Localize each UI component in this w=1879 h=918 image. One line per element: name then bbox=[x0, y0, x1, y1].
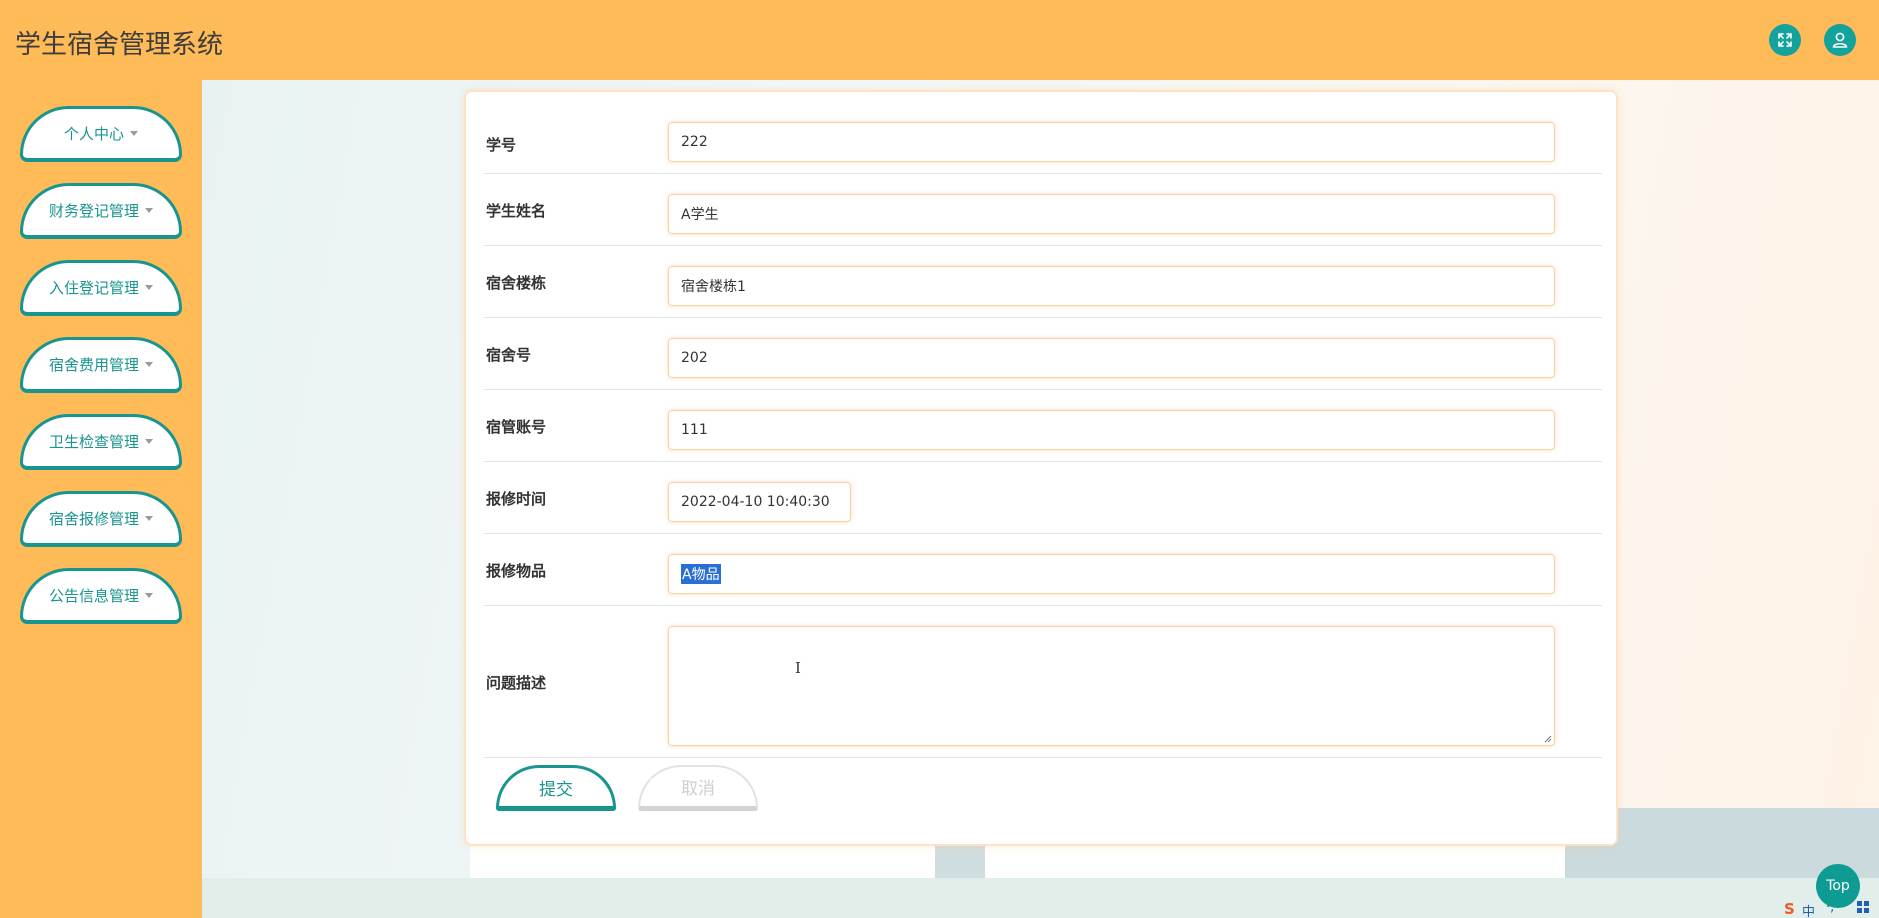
background-panel bbox=[202, 878, 1879, 918]
form-row-manager-account: 宿管账号 111 bbox=[484, 390, 1602, 462]
form-row-student-name: 学生姓名 A学生 bbox=[484, 174, 1602, 246]
sogou-logo-icon: S bbox=[1784, 900, 1795, 918]
student-name-input[interactable]: A学生 bbox=[668, 194, 1555, 234]
field-label: 报修时间 bbox=[486, 490, 547, 508]
room-number-input[interactable]: 202 bbox=[668, 338, 1555, 378]
caret-down-icon bbox=[145, 362, 153, 367]
sidebar-item-label: 宿舍报修管理 bbox=[48, 510, 139, 528]
sidebar-item-finance[interactable]: 财务登记管理 bbox=[20, 183, 182, 239]
repair-item-input[interactable]: A物品 bbox=[668, 554, 1555, 594]
repair-form: 学号 222 学生姓名 A学生 宿舍楼栋 宿舍楼栋1 宿舍号 202 宿管账号 … bbox=[464, 90, 1618, 846]
sidebar-item-repairs[interactable]: 宿舍报修管理 bbox=[20, 491, 182, 547]
caret-down-icon bbox=[145, 593, 153, 598]
field-value: 2022-04-10 10:40:30 bbox=[681, 494, 830, 510]
field-label: 宿舍号 bbox=[486, 346, 532, 364]
sidebar-nav: 个人中心 财务登记管理 入住登记管理 宿舍费用管理 卫生检查管理 宿舍报修管理 … bbox=[0, 80, 202, 918]
field-label: 宿舍楼栋 bbox=[486, 274, 547, 292]
sidebar-item-checkin[interactable]: 入住登记管理 bbox=[20, 260, 182, 316]
ime-toolbar[interactable]: S 中 ·, bbox=[1782, 898, 1879, 918]
field-value: 111 bbox=[681, 422, 708, 438]
building-input[interactable]: 宿舍楼栋1 bbox=[668, 266, 1555, 306]
sidebar-item-label: 宿舍费用管理 bbox=[48, 356, 139, 374]
sidebar-item-label: 个人中心 bbox=[63, 125, 124, 143]
repair-time-input[interactable]: 2022-04-10 10:40:30 bbox=[668, 482, 851, 522]
field-label: 学生姓名 bbox=[486, 202, 547, 220]
caret-down-icon bbox=[145, 516, 153, 521]
caret-down-icon bbox=[130, 131, 138, 136]
student-id-input[interactable]: 222 bbox=[668, 122, 1555, 162]
form-row-description: 问题描述 I bbox=[484, 606, 1602, 758]
form-row-repair-time: 报修时间 2022-04-10 10:40:30 bbox=[484, 462, 1602, 534]
form-row-repair-item: 报修物品 A物品 bbox=[484, 534, 1602, 606]
field-value: A物品 bbox=[681, 564, 721, 584]
sidebar-item-personal-center[interactable]: 个人中心 bbox=[20, 106, 182, 162]
resize-handle-icon[interactable] bbox=[1544, 735, 1552, 743]
submit-button[interactable]: 提交 bbox=[496, 765, 616, 811]
form-row-building: 宿舍楼栋 宿舍楼栋1 bbox=[484, 246, 1602, 318]
field-value: 202 bbox=[681, 350, 708, 366]
ime-punctuation-indicator[interactable]: ·, bbox=[1826, 900, 1834, 915]
form-row-room-number: 宿舍号 202 bbox=[484, 318, 1602, 390]
text-cursor-icon: I bbox=[795, 659, 801, 677]
user-profile-button[interactable] bbox=[1824, 24, 1856, 56]
app-header: 学生宿舍管理系统 bbox=[0, 0, 1879, 80]
cancel-button[interactable]: 取消 bbox=[638, 765, 758, 811]
caret-down-icon bbox=[145, 208, 153, 213]
field-label: 问题描述 bbox=[486, 674, 547, 692]
keyboard-icon[interactable] bbox=[1856, 900, 1870, 914]
field-value: 宿舍楼栋1 bbox=[681, 279, 746, 295]
fullscreen-icon bbox=[1778, 33, 1792, 47]
form-row-student-id: 学号 222 bbox=[484, 92, 1602, 174]
field-value: A学生 bbox=[681, 207, 719, 223]
field-value: 222 bbox=[681, 134, 708, 150]
field-label: 学号 bbox=[486, 136, 517, 154]
sidebar-item-label: 公告信息管理 bbox=[48, 587, 139, 605]
sidebar-item-announcements[interactable]: 公告信息管理 bbox=[20, 568, 182, 624]
fullscreen-button[interactable] bbox=[1769, 24, 1801, 56]
sidebar-item-dorm-fees[interactable]: 宿舍费用管理 bbox=[20, 337, 182, 393]
app-title: 学生宿舍管理系统 bbox=[15, 30, 224, 60]
description-textarea[interactable]: I bbox=[668, 626, 1555, 746]
sidebar-item-label: 财务登记管理 bbox=[48, 202, 139, 220]
sidebar-item-label: 入住登记管理 bbox=[48, 279, 139, 297]
sidebar-item-hygiene[interactable]: 卫生检查管理 bbox=[20, 414, 182, 470]
manager-account-input[interactable]: 111 bbox=[668, 410, 1555, 450]
caret-down-icon bbox=[145, 439, 153, 444]
sidebar-item-label: 卫生检查管理 bbox=[48, 433, 139, 451]
caret-down-icon bbox=[145, 285, 153, 290]
field-label: 报修物品 bbox=[486, 562, 547, 580]
field-label: 宿管账号 bbox=[486, 418, 547, 436]
ime-mode-indicator[interactable]: 中 bbox=[1802, 901, 1815, 918]
user-icon bbox=[1832, 32, 1848, 48]
